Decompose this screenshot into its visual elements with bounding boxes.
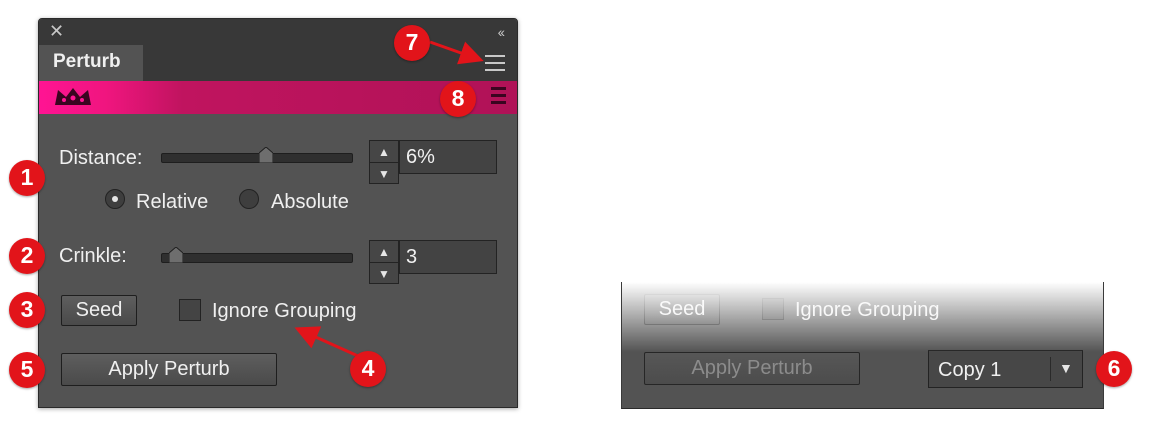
callout-badge-3: 3 (9, 292, 45, 328)
callout-4-arrow (294, 326, 359, 358)
callout-badge-6: 6 (1096, 351, 1132, 387)
callout-badge-1: 1 (9, 160, 45, 196)
callout-badge-4: 4 (350, 351, 386, 387)
callout-badge-2: 2 (9, 238, 45, 274)
callout-7-arrow (429, 40, 484, 65)
callout-badge-5: 5 (9, 352, 45, 388)
callout-arrows (294, 40, 484, 358)
callout-badge-7: 7 (394, 25, 430, 61)
callout-badge-8: 8 (440, 81, 476, 117)
